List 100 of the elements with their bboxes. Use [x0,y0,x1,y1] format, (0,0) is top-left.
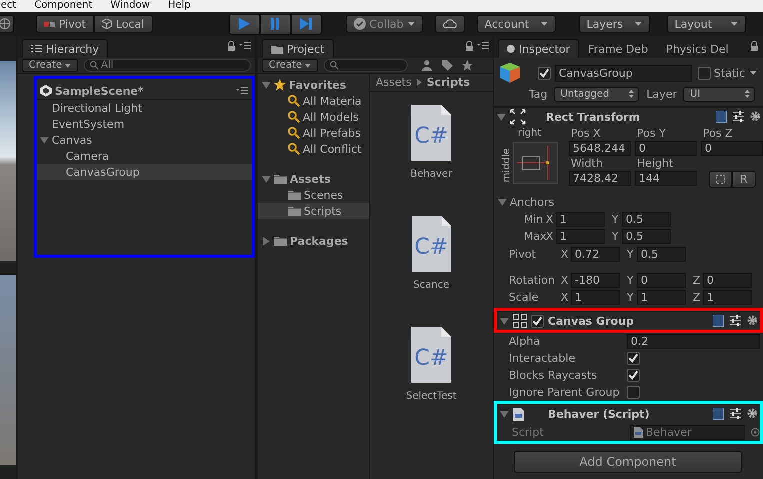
number-field[interactable]: 0 [703,273,752,288]
create-button[interactable]: Create [262,59,318,72]
preset-sliders-icon[interactable] [733,111,744,122]
menu-icon[interactable] [239,42,251,50]
number-field[interactable]: 1 [556,229,605,244]
star-icon [274,79,286,91]
search-field[interactable] [324,59,408,72]
breadcrumb-item[interactable]: Scripts [426,76,470,89]
number-field[interactable]: 7428.42 [569,171,631,186]
layer-dropdown[interactable]: UI [683,86,756,102]
menu-item[interactable]: Help [168,0,191,12]
lock-icon[interactable] [227,41,236,51]
field-label: Pos X [570,126,602,141]
play-button[interactable] [228,14,260,34]
folder-icon [288,190,301,200]
number-field[interactable]: 0.5 [622,212,671,227]
hierarchy-tab[interactable]: Hierarchy [22,39,108,58]
hierarchy-item[interactable]: CanvasGroup [37,164,252,180]
expanded-arrow-icon[interactable] [262,174,271,184]
create-button[interactable]: Create [22,59,78,72]
checkbox[interactable] [627,352,640,365]
add-component-button[interactable]: Add Component [514,451,742,473]
project-tree-item[interactable]: All Models [258,109,369,125]
transform-tool-button[interactable] [0,15,14,33]
pivot-button[interactable]: Pivot [36,15,94,33]
file-name[interactable]: SelectTest [406,391,457,402]
breadcrumb-item[interactable]: Assets [376,76,412,89]
cloud-button[interactable] [434,15,465,33]
static-checkbox[interactable] [698,66,711,80]
lock-icon[interactable] [750,41,759,51]
number-field[interactable]: 0.2 [627,334,760,349]
hierarchy-item[interactable]: EventSystem [37,116,252,132]
project-tree-item[interactable]: All Materia [258,93,369,109]
account-dropdown[interactable]: Account [476,15,556,33]
expanded-arrow-icon[interactable] [497,112,506,122]
hierarchy-item[interactable]: Directional Light [37,100,252,116]
object-name-field[interactable]: CanvasGroup [555,64,692,82]
project-tree-item[interactable]: Packages [258,233,369,249]
anchor-preset-button[interactable] [513,142,558,184]
local-button[interactable]: Local [94,15,153,33]
menu-item[interactable]: ect [1,0,17,12]
menu-icon[interactable] [236,87,248,95]
tag-icon[interactable] [442,60,454,71]
number-field[interactable]: 0 [635,141,697,156]
project-tree-item[interactable]: Favorites [258,77,369,93]
file-name[interactable]: Scance [414,280,450,291]
project-tree-item[interactable]: All Conflict [258,141,369,157]
menu-item[interactable]: Window [110,0,150,12]
number-field[interactable]: 1 [556,212,605,227]
tag-dropdown[interactable]: Untagged [554,86,639,102]
checkbox[interactable] [627,386,640,399]
number-field[interactable]: 1 [637,290,686,305]
component-enabled-checkbox[interactable] [531,314,544,328]
number-field[interactable]: 1 [703,290,752,305]
layout-dropdown[interactable]: Layout [666,15,746,33]
person-filter-icon[interactable] [422,60,434,71]
checkbox[interactable] [627,369,640,382]
number-field[interactable]: 1 [571,290,620,305]
field-label: Blocks Raycasts [509,369,598,382]
number-field[interactable]: 0 [637,273,686,288]
dropdown-caret-icon[interactable] [750,71,758,75]
project-tree-item[interactable]: All Prefabs [258,125,369,141]
search-field[interactable]: All [84,59,251,72]
preset-sliders-icon[interactable] [730,315,741,326]
file-name[interactable]: Behaver [410,169,452,180]
settings-gear-icon[interactable] [747,408,758,419]
number-field[interactable]: 0.5 [637,247,686,262]
settings-gear-icon[interactable] [750,111,761,122]
number-field[interactable]: 0 [701,141,763,156]
expanded-arrow-icon[interactable] [500,410,509,418]
number-field[interactable]: 144 [635,171,697,186]
number-field[interactable]: -180 [571,273,620,288]
project-tree-item[interactable]: Scenes [258,187,369,203]
inspector-tab[interactable]: Inspector [498,39,580,58]
project-tree-item[interactable]: Assets [258,171,369,187]
number-field[interactable]: 0.72 [571,247,620,262]
settings-gear-icon[interactable] [747,315,758,326]
hierarchy-item[interactable]: Canvas [37,132,252,148]
step-button[interactable] [290,14,322,34]
raw-edit-button[interactable]: R [732,171,756,188]
preset-sliders-icon[interactable] [730,408,741,419]
script-file-icon [513,408,524,420]
number-field[interactable]: 0.5 [622,229,671,244]
hierarchy-item[interactable]: Camera [37,148,252,164]
collapsed-arrow-icon[interactable] [262,236,271,246]
number-field[interactable]: 5648.244 [569,141,631,156]
expanded-arrow-icon[interactable] [262,80,271,90]
menu-item[interactable]: Component [34,0,93,12]
expanded-arrow-icon[interactable] [40,136,49,144]
menu-icon[interactable] [477,42,489,50]
pause-button[interactable] [260,14,291,34]
expanded-arrow-icon[interactable] [498,198,507,207]
project-tab[interactable]: Project [262,39,334,58]
blueprint-mode-button[interactable] [709,171,732,188]
star-icon[interactable] [462,60,474,71]
project-tree-item[interactable]: Scripts [258,203,369,219]
expanded-arrow-icon[interactable] [500,316,509,326]
active-checkbox[interactable] [538,66,551,80]
lock-icon[interactable] [465,41,474,51]
layers-dropdown[interactable]: Layers [578,15,650,33]
